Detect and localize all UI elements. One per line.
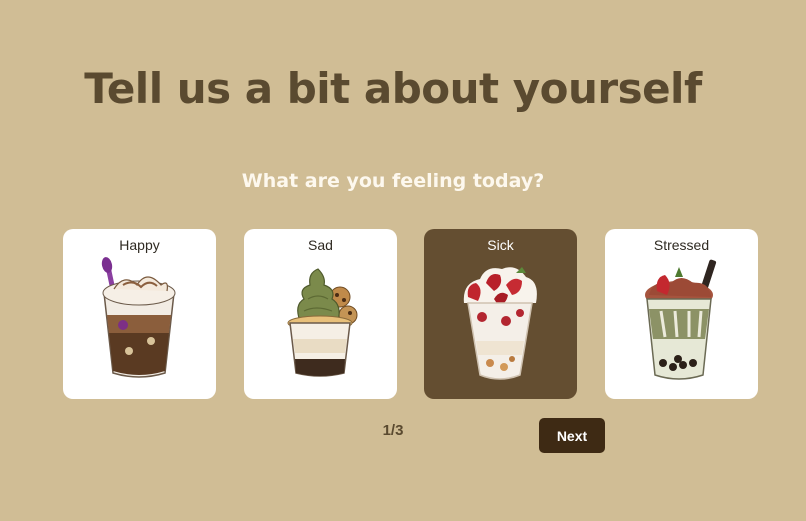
mood-card-happy[interactable]: Happy xyxy=(63,229,216,399)
page-title: Tell us a bit about yourself xyxy=(84,64,702,113)
matcha-soft-serve-icon xyxy=(287,268,358,377)
mood-card-sick[interactable]: Sick xyxy=(424,229,577,399)
mood-label: Sick xyxy=(487,237,514,253)
mood-label: Stressed xyxy=(653,237,710,253)
mood-card-stressed[interactable]: Stressed xyxy=(605,229,758,399)
strawberry-parfait-icon xyxy=(463,267,537,380)
bubble-tea-icon xyxy=(645,259,717,380)
next-button[interactable]: Next xyxy=(539,418,605,453)
mood-question: What are you feeling today? xyxy=(241,170,545,192)
page-indicator: 1/3 xyxy=(382,422,404,439)
mood-label: Happy xyxy=(119,237,160,253)
sundae-brownie-icon xyxy=(101,257,176,378)
mood-label: Sad xyxy=(308,237,333,253)
mood-card-sad[interactable]: Sad xyxy=(244,229,397,399)
